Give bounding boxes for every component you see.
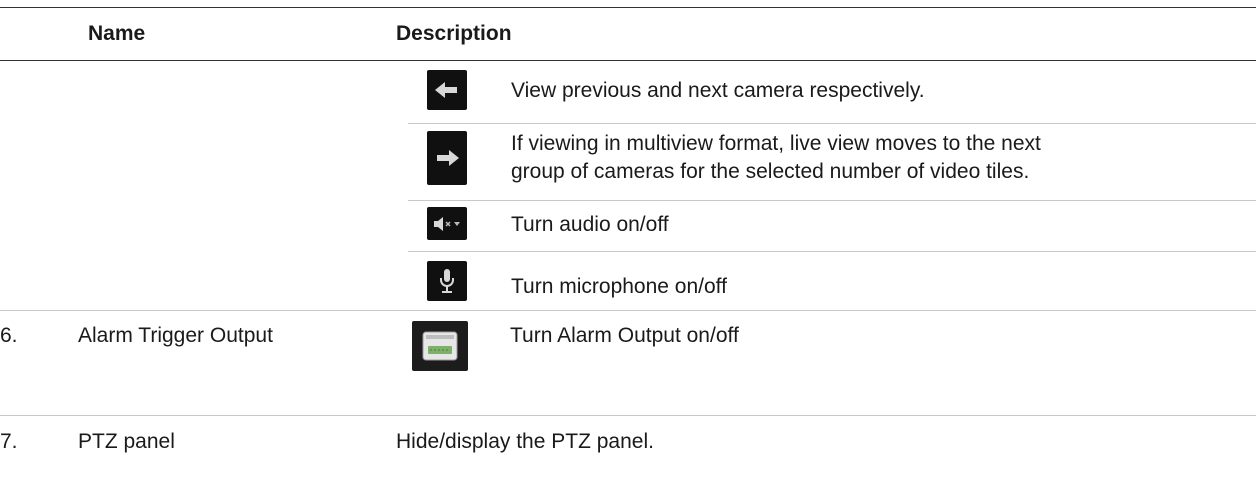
row-name-alarm-trigger-output: Alarm Trigger Output: [78, 324, 273, 347]
column-header-description: Description: [396, 22, 512, 45]
row-text-microphone: Turn microphone on/off: [511, 275, 727, 298]
row-name-ptz-panel: PTZ panel: [78, 430, 175, 453]
microphone-icon: [427, 261, 467, 301]
row-divider: [408, 123, 1256, 124]
row-number-6: 6.: [0, 324, 18, 347]
arrow-left-icon: [427, 70, 467, 110]
alarm-output-icon: [412, 321, 468, 371]
table-top-rule: [0, 7, 1256, 8]
column-header-name: Name: [88, 22, 146, 45]
row-divider: [0, 310, 1256, 311]
row-text-previous-next: View previous and next camera respective…: [511, 79, 925, 102]
row-text-audio: Turn audio on/off: [511, 213, 669, 236]
row-description-alarm-output: Turn Alarm Output on/off: [510, 324, 739, 347]
row-divider: [0, 415, 1256, 416]
header-bottom-rule: [0, 60, 1256, 61]
row-number-7: 7.: [0, 430, 18, 453]
row-text-multiview-line2: group of cameras for the selected number…: [511, 160, 1030, 183]
row-divider: [408, 200, 1256, 201]
arrow-right-icon: [427, 131, 467, 185]
row-description-ptz-panel: Hide/display the PTZ panel.: [396, 430, 654, 453]
row-divider: [408, 251, 1256, 252]
speaker-mute-icon: [427, 207, 467, 240]
row-text-multiview-line1: If viewing in multiview format, live vie…: [511, 132, 1041, 155]
